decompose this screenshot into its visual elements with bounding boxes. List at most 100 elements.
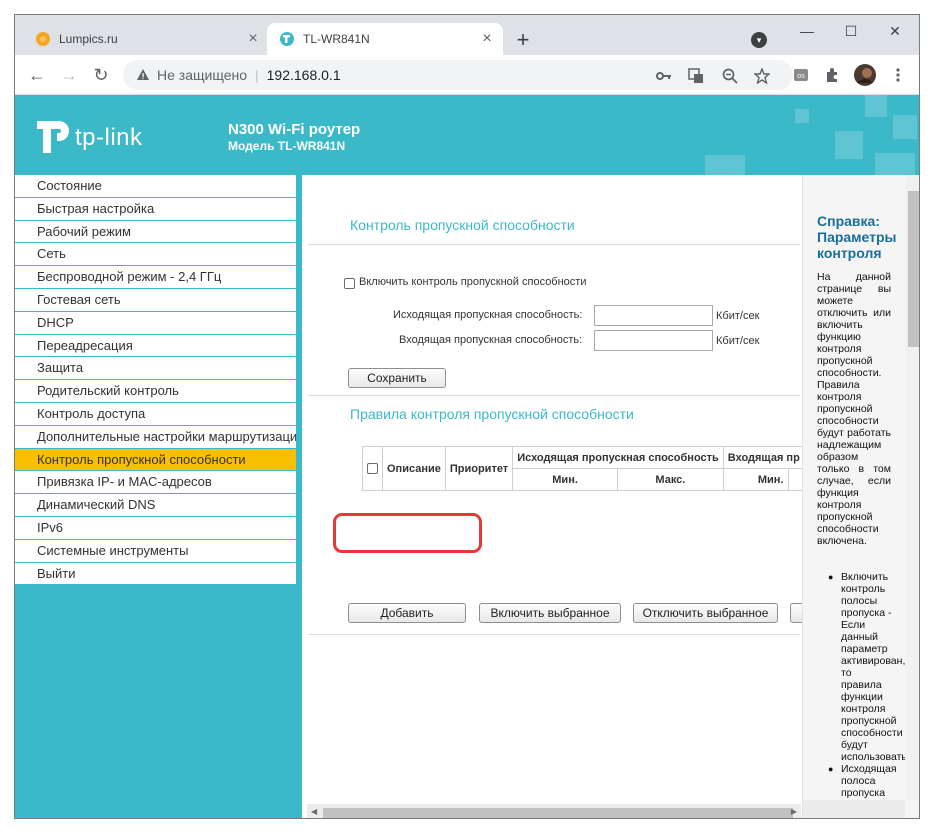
- rules-heading: Правила контроля пропускной способности: [350, 406, 634, 422]
- sidebar-item[interactable]: Дополнительные настройки маршрутизации: [15, 425, 296, 449]
- select-all-checkbox[interactable]: [367, 463, 378, 475]
- header-decoration: [705, 155, 745, 175]
- warning-icon[interactable]: [135, 67, 151, 83]
- header-decoration: [795, 109, 809, 123]
- sidebar-item[interactable]: Контроль пропускной способности: [15, 448, 296, 472]
- svg-text:os: os: [797, 73, 805, 80]
- router-header: tp-link N300 Wi-Fi роутер Модель TL-WR84…: [15, 95, 919, 175]
- bullet-icon: ●: [828, 764, 834, 774]
- zoom-icon[interactable]: [721, 67, 739, 85]
- security-label: Не защищено: [157, 67, 247, 83]
- sidebar-item[interactable]: DHCP: [15, 311, 296, 335]
- scroll-left-icon[interactable]: ◀: [311, 807, 317, 816]
- egress-input[interactable]: [594, 305, 713, 326]
- help-vertical-scrollbar[interactable]: [905, 175, 919, 800]
- sidebar-item[interactable]: Защита: [15, 357, 296, 381]
- header-decoration: [875, 153, 915, 175]
- translate-icon[interactable]: [687, 67, 705, 85]
- maximize-button[interactable]: ☐: [833, 19, 869, 43]
- close-tab-icon[interactable]: ×: [243, 29, 263, 49]
- rules-table: Описание Приоритет Исходящая пропускная …: [362, 446, 802, 491]
- enable-bandwidth-label: Включить контроль пропускной способности: [359, 276, 587, 288]
- puzzle-icon[interactable]: [823, 66, 841, 84]
- save-button[interactable]: Сохранить: [348, 368, 446, 388]
- sidebar-item[interactable]: Привязка IP- и MAC-адресов: [15, 471, 296, 495]
- avatar[interactable]: [853, 63, 877, 87]
- new-tab-button[interactable]: +: [511, 27, 535, 52]
- sidebar-item[interactable]: Быстрая настройка: [15, 197, 296, 221]
- sidebar-item[interactable]: Сеть: [15, 243, 296, 267]
- sidebar-item[interactable]: Выйти: [15, 562, 296, 586]
- address-separator: |: [255, 67, 259, 83]
- delete-selected-button[interactable]: [790, 603, 802, 623]
- close-tab-icon[interactable]: ×: [477, 29, 497, 49]
- enable-selected-button[interactable]: Включить выбранное: [479, 603, 621, 623]
- scrollbar-thumb[interactable]: [908, 191, 919, 347]
- help-list-item: ● Включить контроль полосы пропуска - Ес…: [828, 571, 919, 763]
- sidebar-item[interactable]: Системные инструменты: [15, 539, 296, 563]
- tab-tl-wr841n[interactable]: TL-WR841N ×: [267, 23, 503, 55]
- sidebar-item[interactable]: Переадресация: [15, 334, 296, 358]
- forward-button[interactable]: →: [57, 63, 81, 87]
- router-title: N300 Wi-Fi роутер: [228, 121, 361, 138]
- frame-horizontal-scrollbar[interactable]: ◀ ▶: [307, 804, 801, 818]
- sidebar-item[interactable]: Состояние: [15, 175, 296, 198]
- sidebar-item[interactable]: Родительский контроль: [15, 380, 296, 403]
- egress-unit: Кбит/сек: [716, 310, 760, 322]
- header-decoration: [865, 95, 887, 117]
- bullet-icon: ●: [828, 572, 834, 582]
- tab-search-icon[interactable]: ▾: [751, 32, 767, 48]
- enable-bandwidth-checkbox[interactable]: [344, 278, 355, 289]
- extension-os-icon[interactable]: os: [792, 66, 810, 84]
- minimize-button[interactable]: —: [789, 19, 825, 43]
- browser-toolbar: ← → ↻ Не защищено | 192.168.0.1 os: [15, 55, 919, 95]
- help-title: Справка: Параметры контроля: [817, 213, 897, 261]
- ingress-min: Мин.: [722, 468, 789, 491]
- highlight-frame: [333, 513, 482, 553]
- ingress-unit: Кбит/сек: [716, 335, 760, 347]
- col-ingress: Входящая пр: [722, 446, 802, 469]
- help-list-item: ● Исходящая полоса пропуска: [828, 763, 897, 799]
- egress-min: Мин.: [512, 468, 618, 491]
- browser-window: Lumpics.ru × TL-WR841N × + ▾ — ☐ ✕ ← → ↻…: [14, 14, 920, 819]
- help-scroll-track: [803, 800, 905, 818]
- sidebar: Состояние Быстрая настройка Рабочий режим С…: [15, 175, 302, 818]
- header-decoration: [893, 115, 917, 139]
- sidebar-item[interactable]: Контроль доступа: [15, 402, 296, 426]
- egress-label: Исходящая пропускная способность:: [393, 309, 583, 321]
- select-all-cell: [362, 446, 383, 491]
- sidebar-item[interactable]: Рабочий режим: [15, 220, 296, 244]
- tab-title: Lumpics.ru: [59, 32, 118, 46]
- key-icon[interactable]: [655, 67, 673, 85]
- menu-icon[interactable]: [889, 66, 907, 84]
- star-icon[interactable]: [753, 67, 771, 85]
- back-button[interactable]: ←: [25, 63, 49, 87]
- sidebar-item[interactable]: Гостевая сеть: [15, 288, 296, 312]
- divider: [308, 634, 800, 635]
- col-egress: Исходящая пропускная способность: [512, 446, 724, 469]
- url-text[interactable]: 192.168.0.1: [267, 67, 341, 83]
- tab-lumpics[interactable]: Lumpics.ru ×: [23, 23, 269, 55]
- header-decoration: [835, 131, 863, 159]
- close-window-button[interactable]: ✕: [877, 19, 913, 43]
- brand-name: tp-link: [75, 124, 143, 151]
- tp-link-icon: [279, 31, 295, 47]
- ingress-label: Входящая пропускная способность:: [399, 334, 583, 346]
- help-bullet-text: Исходящая полоса пропуска: [841, 763, 897, 799]
- reload-button[interactable]: ↻: [89, 63, 113, 87]
- divider: [308, 395, 800, 396]
- help-body: На данной странице вы можете отключить и…: [817, 271, 891, 547]
- main-content: Контроль пропускной способности Включить…: [302, 175, 802, 765]
- tab-strip: Lumpics.ru × TL-WR841N × + ▾ — ☐ ✕: [15, 15, 919, 55]
- sidebar-item[interactable]: Беспроводной режим - 2,4 ГГц: [15, 266, 296, 289]
- scroll-right-icon[interactable]: ▶: [791, 807, 797, 816]
- page-title: Контроль пропускной способности: [350, 217, 575, 233]
- col-priority: Приоритет: [444, 446, 514, 491]
- sidebar-item[interactable]: Динамический DNS: [15, 494, 296, 517]
- sidebar-item[interactable]: IPv6: [15, 516, 296, 540]
- ingress-input[interactable]: [594, 330, 713, 351]
- add-button[interactable]: Добавить: [348, 603, 466, 623]
- scrollbar-thumb[interactable]: [323, 808, 793, 818]
- help-list: ● Включить контроль полосы пропуска - Ес…: [828, 571, 919, 799]
- disable-selected-button[interactable]: Отключить выбранное: [633, 603, 778, 623]
